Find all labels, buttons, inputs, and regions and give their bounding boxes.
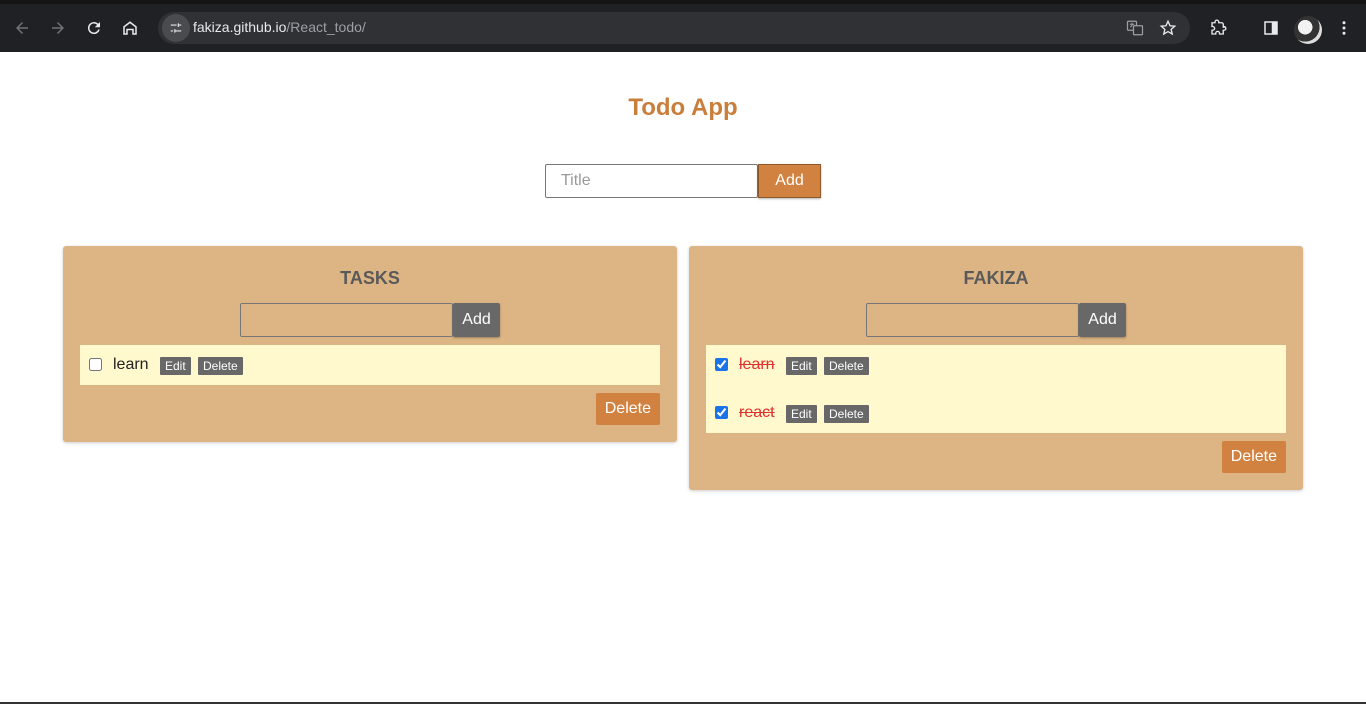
arrow-left-icon [16,22,28,34]
edit-item-button[interactable]: Edit [786,357,817,375]
address-bar[interactable]: fakiza.github.io/React_todo/ [158,12,1190,44]
list-title-input[interactable] [545,164,758,198]
item-checkbox[interactable] [89,358,102,371]
add-item-button[interactable]: Add [1079,303,1126,337]
delete-item-button[interactable]: Delete [824,357,869,375]
app-title: Todo App [628,94,738,121]
todo-item: learn Edit Delete [80,345,660,385]
more-vert-icon [1342,21,1346,35]
todo-items: learn Edit Delete [80,345,660,385]
profile-avatar[interactable] [1294,16,1322,44]
puzzle-icon [1211,19,1227,35]
forward-button[interactable] [44,14,72,42]
new-list-form: Add [545,164,821,198]
home-button[interactable] [116,14,144,42]
delete-item-button[interactable]: Delete [824,405,869,423]
browser-toolbar: fakiza.github.io/React_todo/ [0,0,1366,52]
menu-button[interactable] [1330,14,1358,42]
item-input[interactable] [866,303,1079,337]
list-title: TASKS [340,268,400,288]
item-text: react [739,404,775,421]
edit-item-button[interactable]: Edit [786,405,817,423]
list-title: FAKIZA [963,268,1029,288]
todo-item: react Edit Delete [706,393,1286,433]
todo-list-card: TASKS Add learn Edit Delete Delete [63,246,677,442]
extensions-button[interactable] [1204,14,1232,42]
tune-icon [170,23,182,33]
item-checkbox[interactable] [715,358,728,371]
url-path: /React_todo/ [286,19,366,35]
side-panel-icon [1264,21,1278,35]
back-button[interactable] [8,14,36,42]
item-text: learn [739,356,775,373]
item-checkbox[interactable] [715,406,728,419]
delete-list-button[interactable]: Delete [1221,441,1286,473]
delete-list-button[interactable]: Delete [595,393,660,425]
delete-item-button[interactable]: Delete [198,357,243,375]
reload-button[interactable] [80,14,108,42]
url-domain: fakiza.github.io [193,19,287,35]
url-text: fakiza.github.io/React_todo/ [193,19,366,35]
edit-item-button[interactable]: Edit [160,357,191,375]
translate-icon [1126,20,1144,36]
translate-button[interactable] [1125,18,1145,38]
star-icon [1159,19,1177,36]
side-panel-button[interactable] [1257,14,1285,42]
add-item-form: Add [866,303,1126,337]
item-input[interactable] [240,303,453,337]
add-item-form: Add [240,303,500,337]
home-icon [123,21,137,35]
add-item-button[interactable]: Add [453,303,500,337]
site-info-button[interactable] [162,14,190,42]
arrow-right-icon [52,22,64,34]
todo-list-card: FAKIZA Add learn Edit Delete react Edit … [689,246,1303,490]
bookmark-button[interactable] [1158,18,1178,38]
add-list-button[interactable]: Add [758,164,821,198]
page-content: Todo App Add TASKS Add learn Edit Delete… [0,52,1366,702]
item-text: learn [113,356,149,373]
reload-icon [87,22,100,35]
todo-items: learn Edit Delete react Edit Delete [706,345,1286,433]
todo-item: learn Edit Delete [706,345,1286,385]
